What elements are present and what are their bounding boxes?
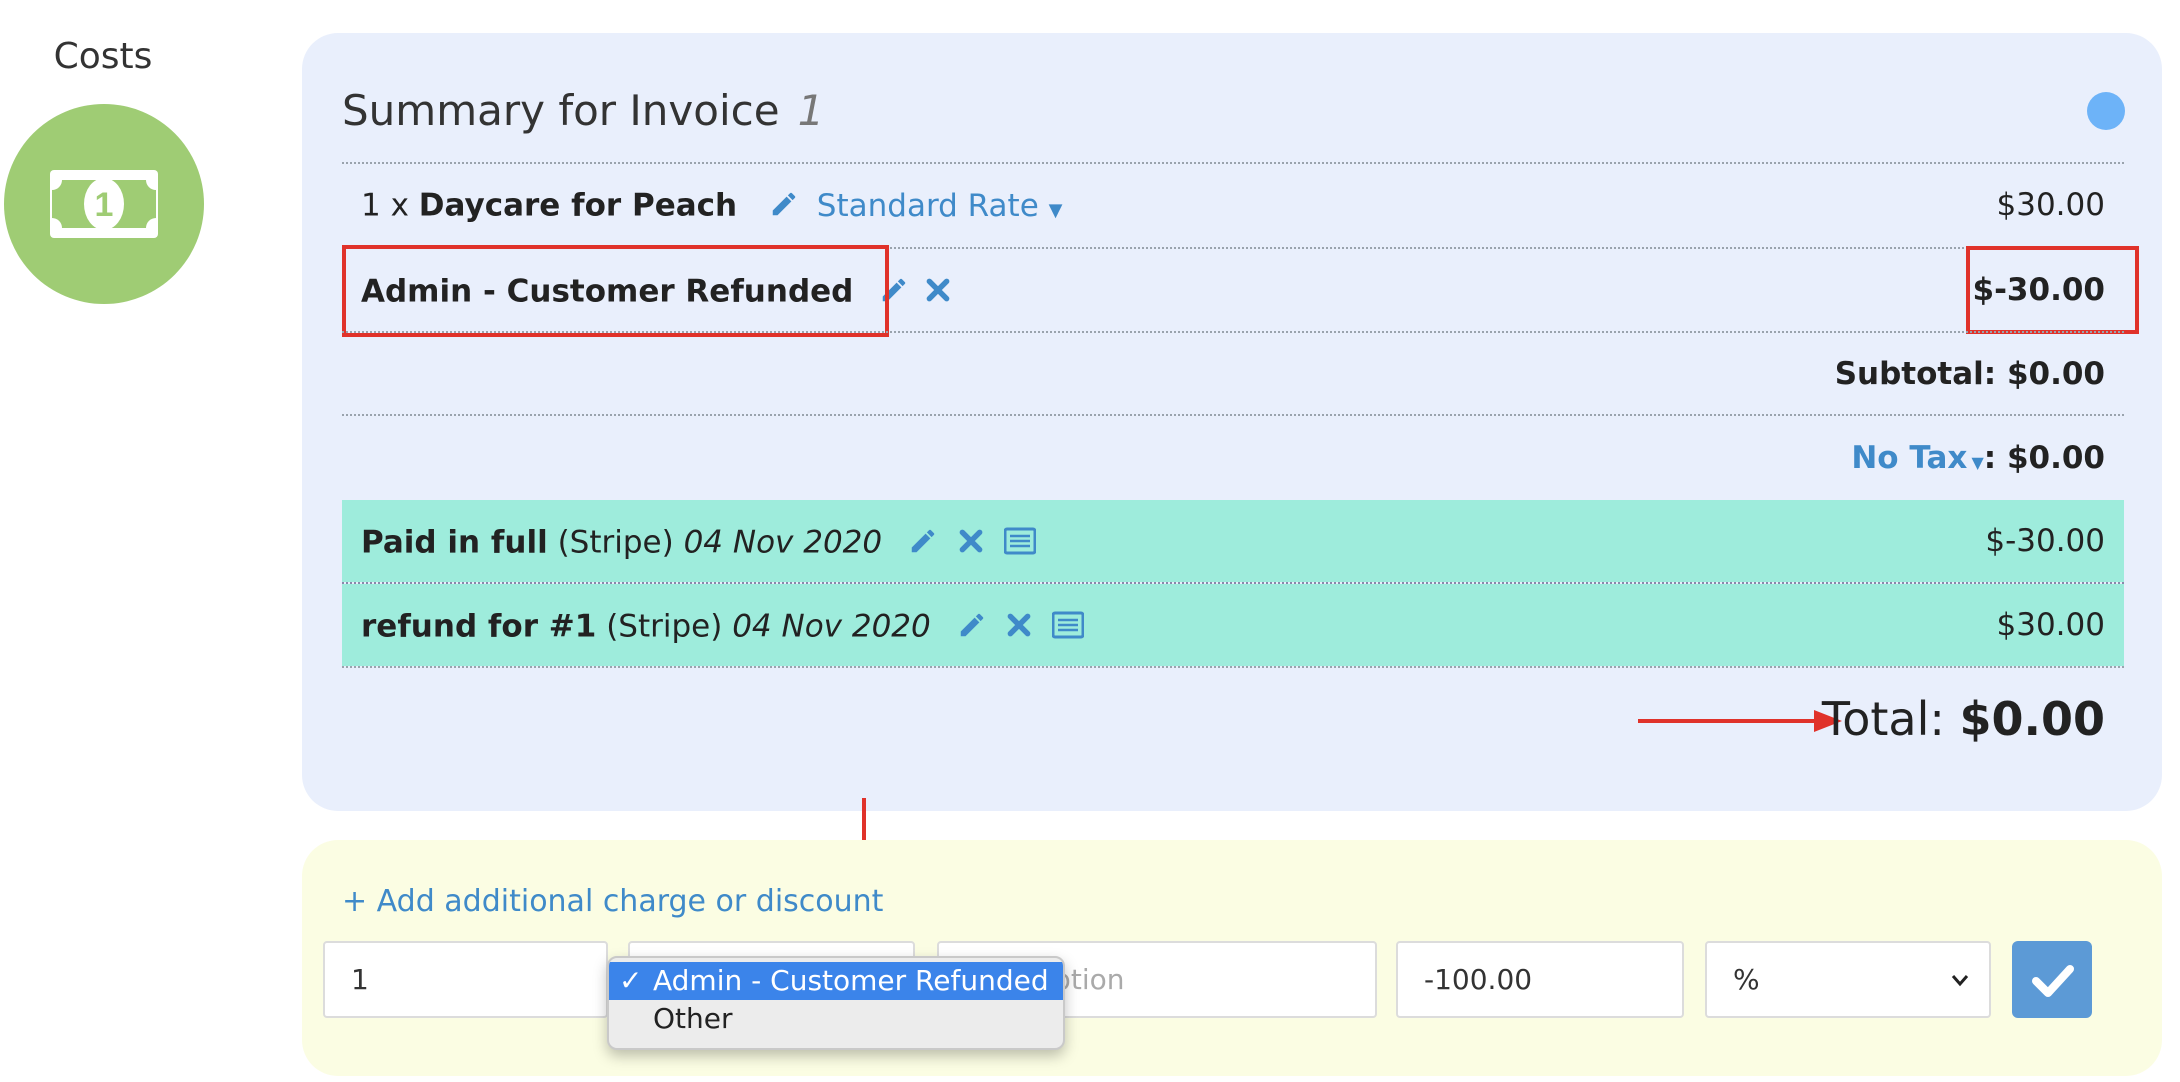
charge-type-dropdown: ✓ Admin - Customer Refunded Other (607, 956, 1065, 1050)
line-item-name: Daycare for Peach (418, 187, 738, 224)
tax-dropdown[interactable]: No Tax ▼ (1851, 440, 1983, 476)
divider (342, 414, 2124, 416)
delete-payment-x-icon[interactable] (1006, 612, 1032, 644)
subtotal-text: Subtotal: $0.00 (1834, 356, 2105, 392)
total-label: Total: (1821, 692, 1945, 746)
costs-badge: 1 (4, 104, 204, 304)
quantity-input[interactable]: 1 (323, 941, 608, 1018)
dollar-bill-icon: 1 (50, 170, 158, 238)
status-indicator (2087, 92, 2125, 130)
payment-method: (Stripe) (606, 608, 723, 645)
payment-row-content: refund for #1 (Stripe) 04 Nov 2020 (361, 608, 1085, 646)
summary-title-text: Summary for Invoice (342, 86, 780, 135)
caret-down-icon: ▼ (1971, 453, 1984, 472)
summary-title: Summary for Invoice 1 (342, 86, 824, 135)
total-value: $0.00 (1959, 692, 2105, 746)
payment-date: 04 Nov 2020 (732, 608, 931, 645)
svg-text:1: 1 (95, 186, 114, 224)
annotation-arrow-right (1638, 710, 1842, 732)
payment-row-content: Paid in full (Stripe) 04 Nov 2020 (361, 524, 1037, 562)
payment-amount: $30.00 (1996, 607, 2105, 643)
divider (342, 666, 2124, 668)
tax-row: No Tax ▼: $0.00 (1851, 443, 2105, 474)
submit-charge-button[interactable] (2012, 941, 2092, 1018)
caret-down-icon: ▼ (1048, 199, 1063, 221)
edit-payment-pencil-icon[interactable] (908, 526, 938, 562)
invoice-total: Total: $0.00 (1822, 692, 2105, 746)
payment-title: refund for #1 (361, 608, 597, 645)
rate-dropdown[interactable]: Standard Rate ▼ (817, 188, 1063, 224)
payment-title: Paid in full (361, 524, 548, 561)
divider (342, 162, 2124, 164)
add-charge-link[interactable]: + Add additional charge or discount (342, 884, 883, 919)
divider (342, 331, 2124, 333)
payment-date: 04 Nov 2020 (683, 524, 883, 561)
checkmark-icon (2032, 965, 2074, 997)
unit-select-value: % (1733, 963, 1760, 996)
rate-label: Standard Rate (816, 187, 1039, 224)
delete-adjustment-x-icon[interactable] (925, 277, 951, 309)
tax-label: No Tax (1851, 440, 1968, 476)
costs-heading: Costs (53, 36, 153, 77)
unit-select[interactable]: % (1705, 941, 1991, 1018)
pencil-icon[interactable] (769, 189, 799, 225)
payment-amount: $-30.00 (1985, 523, 2105, 559)
dropdown-option-label: Other (653, 1002, 733, 1035)
line-item-amount: $30.00 (1996, 187, 2105, 223)
delete-payment-x-icon[interactable] (958, 528, 984, 560)
line-item-row: 1 x Daycare for Peach Standard Rate ▼ (361, 189, 1062, 225)
receipt-icon[interactable] (1051, 611, 1085, 645)
invoice-number: 1 (797, 86, 825, 135)
annotation-box-adjustment (342, 245, 889, 337)
line-item-qty: 1 x (361, 187, 409, 224)
amount-input[interactable]: -100.00 (1396, 941, 1684, 1018)
dropdown-option-admin-refunded[interactable]: ✓ Admin - Customer Refunded (609, 962, 1063, 1000)
dropdown-option-label: Admin - Customer Refunded (653, 964, 1049, 997)
edit-payment-pencil-icon[interactable] (957, 610, 987, 646)
dropdown-option-other[interactable]: Other (609, 1000, 1063, 1038)
tax-amount: : $0.00 (1983, 440, 2105, 476)
subtotal: Subtotal: $0.00 (1835, 359, 2105, 390)
receipt-icon[interactable] (1003, 527, 1037, 561)
chevron-down-icon (1951, 975, 1969, 987)
payment-method: (Stripe) (557, 524, 674, 561)
checkmark-icon: ✓ (619, 964, 643, 997)
annotation-box-amount (1966, 246, 2139, 334)
